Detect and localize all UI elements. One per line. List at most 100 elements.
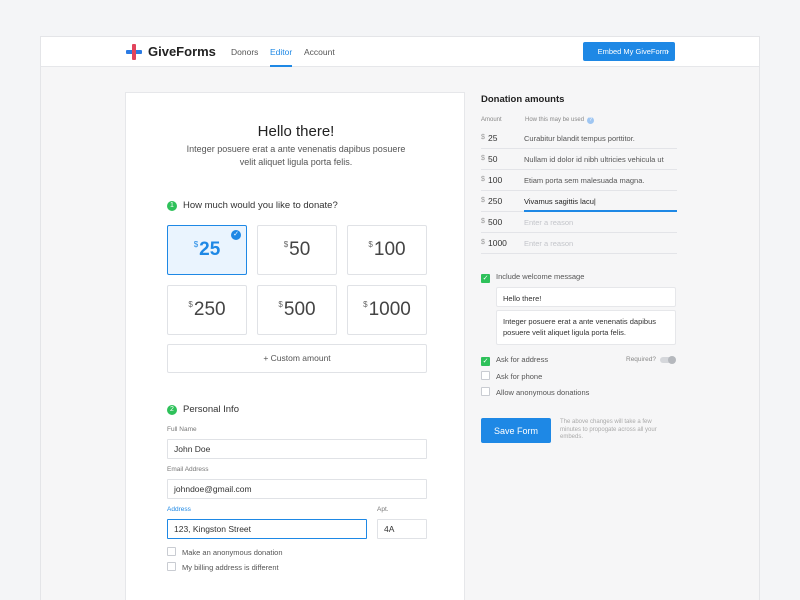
form-intro: Integer posuere erat a ante venenatis da… bbox=[186, 144, 406, 167]
reason-input[interactable]: Curabitur blandit tempus porttitor. bbox=[524, 134, 676, 143]
anonymous-donation-option[interactable]: Make an anonymous donation bbox=[167, 547, 283, 557]
billing-different-label: My billing address is different bbox=[182, 563, 279, 572]
full-name-field[interactable]: John Doe bbox=[167, 439, 427, 459]
checkbox[interactable] bbox=[481, 371, 490, 380]
app-window: GiveForms Donors Editor Account Embed My… bbox=[40, 36, 760, 600]
address-field[interactable]: 123, Kingston Street bbox=[167, 519, 367, 539]
checkbox-checked[interactable]: ✓ bbox=[481, 274, 490, 283]
address-label: Address bbox=[167, 506, 191, 513]
chevron-right-icon: › bbox=[666, 46, 669, 56]
nav-account[interactable]: Account bbox=[304, 47, 335, 57]
column-amount-header: Amount bbox=[481, 117, 502, 123]
amount-value[interactable]: 250 bbox=[488, 196, 502, 206]
reason-input[interactable]: Nullam id dolor id nibh ultricies vehicu… bbox=[524, 155, 676, 164]
currency-symbol: $ bbox=[481, 197, 485, 204]
include-welcome-option[interactable]: ✓ Include welcome message bbox=[481, 272, 584, 283]
allow-anonymous-label: Allow anonymous donations bbox=[496, 388, 590, 397]
embed-giveform-button[interactable]: Embed My GiveForm › bbox=[583, 42, 675, 61]
column-usage-label: How this may be used bbox=[525, 117, 585, 123]
amount-value: 25 bbox=[199, 239, 221, 260]
currency-symbol: $ bbox=[481, 176, 485, 183]
required-label: Required? bbox=[626, 356, 656, 363]
checkbox-checked[interactable]: ✓ bbox=[481, 357, 490, 366]
currency-symbol: $ bbox=[481, 218, 485, 225]
apt-field[interactable]: 4A bbox=[377, 519, 427, 539]
giveforms-logo-icon bbox=[126, 44, 142, 60]
amount-value: 500 bbox=[283, 299, 316, 320]
donation-row-250: $ 250 Vivamus sagittis lacu| bbox=[481, 191, 677, 212]
active-nav-indicator bbox=[270, 65, 292, 67]
form-title: Hello there! bbox=[257, 123, 335, 140]
donation-form-card: Hello there! Integer posuere erat a ante… bbox=[125, 92, 465, 600]
ask-phone-label: Ask for phone bbox=[496, 372, 543, 381]
reason-input-placeholder[interactable]: Enter a reason bbox=[524, 239, 676, 248]
ask-address-option[interactable]: ✓ Ask for address bbox=[481, 355, 548, 366]
custom-amount-button[interactable]: + Custom amount bbox=[167, 344, 427, 373]
step-label: Personal Info bbox=[183, 404, 239, 415]
brand-name: GiveForms bbox=[148, 44, 216, 59]
donation-row-50: $ 50 Nullam id dolor id nibh ultricies v… bbox=[481, 149, 677, 170]
toggle-knob bbox=[668, 356, 676, 364]
currency-symbol: $ bbox=[363, 300, 368, 309]
top-bar: GiveForms Donors Editor Account Embed My… bbox=[41, 37, 759, 67]
currency-symbol: $ bbox=[368, 240, 373, 249]
step-personal-heading: 2 Personal Info bbox=[167, 404, 239, 415]
amount-value: 100 bbox=[373, 239, 406, 260]
checkbox[interactable] bbox=[167, 562, 176, 571]
save-note: The above changes will take a few minute… bbox=[560, 419, 657, 440]
currency-symbol: $ bbox=[193, 240, 199, 249]
check-icon: ✓ bbox=[231, 230, 241, 240]
apt-label: Apt. bbox=[377, 506, 389, 513]
amount-option-500[interactable]: $500 bbox=[257, 285, 337, 335]
amount-option-100[interactable]: $100 bbox=[347, 225, 427, 275]
donation-amounts-title: Donation amounts bbox=[481, 94, 565, 105]
currency-symbol: $ bbox=[481, 239, 485, 246]
email-field[interactable]: johndoe@gmail.com bbox=[167, 479, 427, 499]
amount-option-1000[interactable]: $1000 bbox=[347, 285, 427, 335]
include-welcome-label: Include welcome message bbox=[496, 272, 585, 281]
currency-symbol: $ bbox=[188, 300, 193, 309]
amount-value: 1000 bbox=[368, 299, 411, 320]
reason-input-active[interactable]: Vivamus sagittis lacu| bbox=[524, 197, 676, 206]
amount-value: 50 bbox=[289, 239, 311, 260]
amount-value[interactable]: 100 bbox=[488, 175, 502, 185]
amount-option-250[interactable]: $250 bbox=[167, 285, 247, 335]
step-number-badge: 2 bbox=[167, 405, 177, 415]
billing-different-option[interactable]: My billing address is different bbox=[167, 562, 279, 572]
full-name-label: Full Name bbox=[167, 426, 197, 433]
donation-row-100: $ 100 Etiam porta sem malesuada magna. bbox=[481, 170, 677, 191]
required-toggle[interactable] bbox=[660, 356, 676, 364]
amount-value[interactable]: 25 bbox=[488, 133, 497, 143]
step-number-badge: 1 bbox=[167, 201, 177, 211]
ask-phone-option[interactable]: Ask for phone bbox=[481, 371, 542, 381]
save-form-button[interactable]: Save Form bbox=[481, 418, 551, 443]
amount-value[interactable]: 500 bbox=[488, 217, 502, 227]
amount-value[interactable]: 50 bbox=[488, 154, 497, 164]
welcome-body-input[interactable]: Integer posuere erat a ante venenatis da… bbox=[496, 310, 676, 345]
welcome-title-input[interactable]: Hello there! bbox=[496, 287, 676, 307]
step-label: How much would you like to donate? bbox=[183, 200, 338, 211]
nav-editor[interactable]: Editor bbox=[270, 47, 292, 57]
amount-option-50[interactable]: $50 bbox=[257, 225, 337, 275]
amount-option-25[interactable]: $25 ✓ bbox=[167, 225, 247, 275]
nav-donors[interactable]: Donors bbox=[231, 47, 258, 57]
checkbox[interactable] bbox=[481, 387, 490, 396]
currency-symbol: $ bbox=[283, 240, 289, 249]
step-donate-heading: 1 How much would you like to donate? bbox=[167, 200, 338, 211]
donation-row-1000: $ 1000 Enter a reason bbox=[481, 233, 677, 254]
allow-anonymous-option[interactable]: Allow anonymous donations bbox=[481, 387, 589, 397]
reason-input[interactable]: Etiam porta sem malesuada magna. bbox=[524, 176, 676, 185]
help-icon[interactable]: ? bbox=[587, 117, 595, 124]
donation-row-500: $ 500 Enter a reason bbox=[481, 212, 677, 233]
donation-row-25: $ 25 Curabitur blandit tempus porttitor. bbox=[481, 128, 677, 149]
amount-value: 250 bbox=[193, 299, 226, 320]
email-label: Email Address bbox=[167, 466, 209, 473]
embed-button-label: Embed My GiveForm bbox=[597, 47, 669, 56]
currency-symbol: $ bbox=[481, 134, 485, 141]
ask-address-label: Ask for address bbox=[496, 355, 549, 364]
checkbox[interactable] bbox=[167, 547, 176, 556]
reason-input-placeholder[interactable]: Enter a reason bbox=[524, 218, 676, 227]
anonymous-donation-label: Make an anonymous donation bbox=[182, 548, 283, 557]
currency-symbol: $ bbox=[481, 155, 485, 162]
amount-value[interactable]: 1000 bbox=[488, 238, 507, 248]
